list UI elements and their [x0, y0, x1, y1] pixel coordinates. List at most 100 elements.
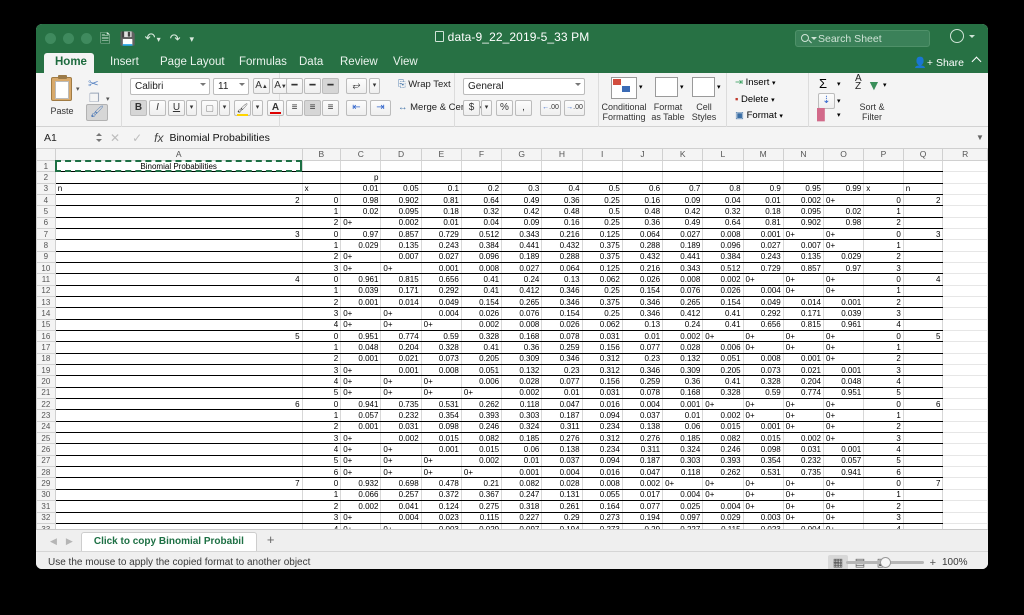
cell-Q15[interactable] [903, 319, 944, 332]
cell-L17[interactable]: 0.006 [702, 341, 744, 354]
cell-I12[interactable]: 0.25 [582, 285, 623, 297]
search-input[interactable]: Search Sheet [795, 30, 930, 47]
cell-J33[interactable]: 0.29 [622, 523, 664, 529]
conditional-formatting-dropdown-icon[interactable]: ▾ [639, 83, 643, 91]
cell-N14[interactable]: 0.171 [783, 307, 825, 320]
cell-R7[interactable] [942, 228, 988, 241]
cell-C5[interactable]: 0.02 [340, 205, 382, 218]
cell-H1[interactable] [541, 160, 583, 173]
cell-G30[interactable]: 0.247 [501, 489, 543, 502]
share-button[interactable]: 👤+ Share [914, 56, 964, 69]
cell-P12[interactable]: 1 [863, 285, 904, 297]
cell-R25[interactable] [942, 432, 988, 445]
cell-A29[interactable]: 7 [55, 477, 303, 490]
cell-M24[interactable]: 0.001 [743, 421, 784, 434]
cell-F26[interactable]: 0.015 [461, 443, 503, 456]
cell-D27[interactable]: 0+ [380, 455, 422, 468]
cell-B29[interactable]: 0 [302, 477, 342, 490]
row-header-5[interactable]: 5 [36, 205, 56, 218]
cell-P16[interactable]: 0 [863, 330, 904, 343]
column-header-k[interactable]: K [662, 149, 704, 161]
cell-J2[interactable] [622, 171, 664, 184]
cell-F4[interactable]: 0.64 [461, 194, 503, 207]
fill-down-icon[interactable]: ⇣ [818, 93, 835, 109]
cell-F16[interactable]: 0.328 [461, 330, 503, 343]
cell-G27[interactable]: 0.01 [501, 455, 543, 468]
cell-L9[interactable]: 0.384 [702, 251, 744, 263]
cell-N12[interactable]: 0+ [783, 285, 825, 297]
font-name-dropdown-icon[interactable] [200, 83, 206, 86]
cell-H15[interactable]: 0.026 [541, 319, 583, 332]
cell-R12[interactable] [942, 285, 988, 297]
row-header-13[interactable]: 13 [36, 295, 56, 309]
cell-L8[interactable]: 0.096 [702, 239, 744, 252]
cell-H19[interactable]: 0.23 [541, 364, 583, 377]
cell-M13[interactable]: 0.049 [743, 296, 784, 309]
cell-P21[interactable]: 5 [863, 387, 904, 400]
align-left-button[interactable]: ≡ [286, 100, 303, 116]
cell-I5[interactable]: 0.5 [582, 205, 623, 218]
copy-dropdown-icon[interactable]: ▾ [106, 95, 110, 103]
cell-R2[interactable] [942, 171, 988, 184]
cell-F22[interactable]: 0.262 [461, 398, 503, 411]
cell-J15[interactable]: 0.13 [622, 319, 664, 332]
cell-K32[interactable]: 0.097 [662, 512, 704, 524]
italic-button[interactable]: I [149, 100, 166, 116]
cell-Q5[interactable] [903, 205, 944, 218]
cell-M16[interactable]: 0+ [743, 330, 784, 343]
cell-N8[interactable]: 0.007 [783, 239, 825, 252]
cell-J19[interactable]: 0.346 [622, 364, 664, 377]
cell-M30[interactable]: 0+ [743, 489, 784, 502]
cell-K19[interactable]: 0.309 [662, 364, 704, 377]
cell-B6[interactable]: 2 [302, 217, 342, 229]
confirm-check-icon[interactable]: ✓ [132, 131, 142, 145]
cell-E14[interactable]: 0.004 [421, 307, 462, 320]
tab-review[interactable]: Review [329, 53, 389, 73]
cell-N30[interactable]: 0+ [783, 489, 825, 502]
cell-B13[interactable]: 2 [302, 296, 342, 309]
cell-J25[interactable]: 0.276 [622, 432, 664, 445]
cell-N4[interactable]: 0.002 [783, 194, 825, 207]
cell-Q1[interactable] [903, 160, 944, 173]
cell-E31[interactable]: 0.124 [421, 500, 462, 513]
cell-E16[interactable]: 0.59 [421, 330, 462, 343]
cell-D22[interactable]: 0.735 [380, 398, 422, 411]
cell-G7[interactable]: 0.343 [501, 228, 543, 241]
cell-P2[interactable] [863, 171, 904, 184]
number-format-select[interactable]: General [463, 78, 585, 95]
cell-G33[interactable]: 0.097 [501, 523, 543, 529]
cell-Q13[interactable] [903, 296, 944, 309]
cell-P27[interactable]: 5 [863, 455, 904, 468]
cell-E21[interactable]: 0+ [421, 387, 462, 400]
cell-R14[interactable] [942, 307, 988, 320]
cell-N33[interactable]: 0.004 [783, 523, 825, 529]
cell-N27[interactable]: 0.232 [783, 455, 825, 468]
cell-D29[interactable]: 0.698 [380, 477, 422, 490]
cell-G32[interactable]: 0.227 [501, 512, 543, 524]
cell-E2[interactable] [421, 171, 462, 184]
cell-K10[interactable]: 0.343 [662, 262, 704, 275]
cell-I9[interactable]: 0.375 [582, 251, 623, 263]
cell-I16[interactable]: 0.031 [582, 330, 623, 343]
cell-I2[interactable] [582, 171, 623, 184]
cell-G16[interactable]: 0.168 [501, 330, 543, 343]
cell-O16[interactable]: 0+ [823, 330, 865, 343]
cell-N1[interactable] [783, 160, 825, 173]
row-header-32[interactable]: 32 [36, 511, 56, 524]
format-cells-button[interactable]: ▣ Format ▾ [735, 110, 783, 121]
cell-B17[interactable]: 1 [302, 341, 342, 354]
cell-I21[interactable]: 0.031 [582, 387, 623, 400]
row-header-17[interactable]: 17 [36, 341, 56, 354]
cell-K13[interactable]: 0.265 [662, 296, 704, 309]
collapse-ribbon-icon[interactable] [971, 56, 982, 67]
cell-A21[interactable] [55, 387, 303, 400]
cell-Q29[interactable]: 7 [903, 477, 944, 490]
cell-B16[interactable]: 0 [302, 330, 342, 343]
cell-L24[interactable]: 0.015 [702, 421, 744, 434]
cell-E10[interactable]: 0.001 [421, 262, 462, 275]
cell-E5[interactable]: 0.18 [421, 205, 462, 218]
cell-L3[interactable]: 0.8 [702, 183, 744, 195]
row-header-26[interactable]: 26 [36, 443, 56, 456]
cell-E29[interactable]: 0.478 [421, 477, 462, 490]
cell-F3[interactable]: 0.2 [461, 183, 503, 195]
